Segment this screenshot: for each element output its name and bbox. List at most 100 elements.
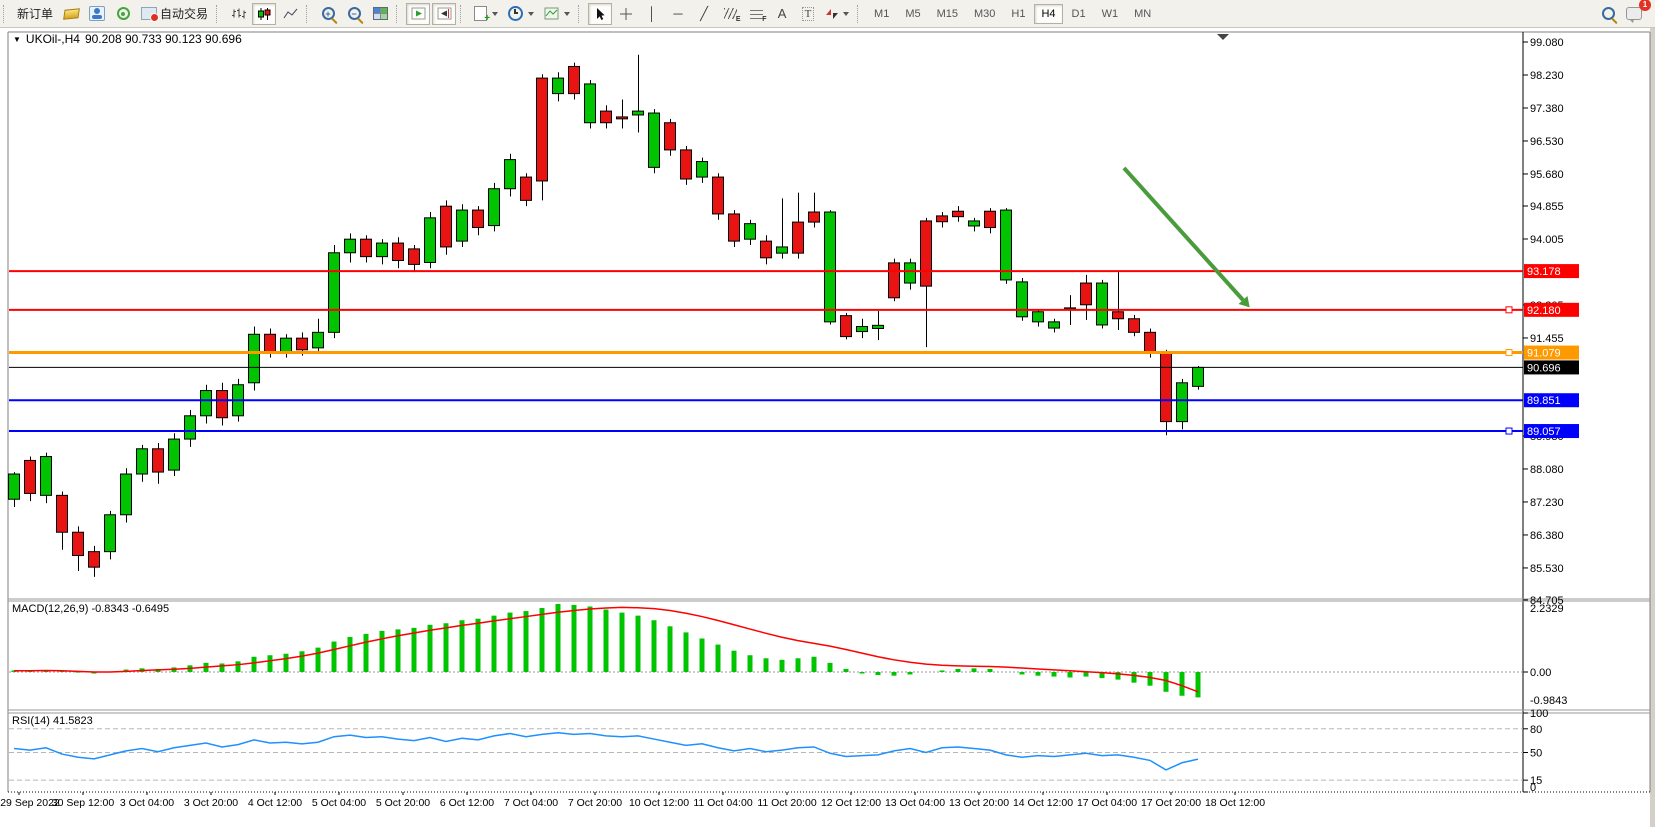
candle-down — [473, 210, 484, 227]
tile-windows-button[interactable] — [368, 3, 392, 25]
auto-scroll-button[interactable] — [406, 3, 430, 25]
macd-bar — [796, 658, 801, 672]
timeframe-m5-button[interactable]: M5 — [898, 4, 927, 24]
chart-shift-button[interactable] — [432, 3, 456, 25]
macd-bar — [668, 626, 673, 672]
fibonacci-tool-button[interactable]: F — [744, 3, 768, 25]
svg-text:-0.9843: -0.9843 — [1530, 695, 1567, 707]
autotrading-button[interactable]: 自动交易 — [137, 3, 212, 25]
fibonacci-icon: F — [750, 9, 763, 19]
macd-bar — [268, 655, 273, 672]
svg-text:92.180: 92.180 — [1527, 305, 1561, 317]
collapse-caret-icon[interactable]: ▼ — [13, 35, 21, 44]
new-order-button[interactable]: 新订单 — [13, 3, 57, 25]
channel-tool-button[interactable]: E — [718, 3, 742, 25]
horizontal-line-tool-button[interactable]: ─ — [666, 3, 690, 25]
bar-chart-button[interactable] — [226, 3, 250, 25]
zoom-out-button[interactable]: − — [342, 3, 366, 25]
timeframe-m1-button[interactable]: M1 — [867, 4, 896, 24]
timeframe-d1-button[interactable]: D1 — [1065, 4, 1093, 24]
toolbar-grip[interactable] — [460, 5, 465, 23]
chart-canvas[interactable]: 99.08098.23097.38096.53095.68094.85594.0… — [0, 0, 1655, 827]
candle-up — [489, 189, 500, 226]
svg-text:3 Oct 20:00: 3 Oct 20:00 — [184, 797, 238, 809]
signals-button[interactable] — [111, 3, 135, 25]
candle-down — [57, 495, 68, 532]
candle-up — [137, 449, 148, 474]
svg-text:6 Oct 12:00: 6 Oct 12:00 — [440, 797, 494, 809]
arrows-tool-button[interactable] — [822, 3, 853, 25]
candlestick-icon — [257, 7, 271, 21]
notifications-button[interactable]: 1 — [1622, 3, 1646, 25]
timeframe-h4-button[interactable]: H4 — [1034, 4, 1062, 24]
candle-up — [1097, 283, 1108, 325]
candle-up — [9, 474, 20, 499]
candle-down — [601, 111, 612, 123]
timeframe-w1-button[interactable]: W1 — [1095, 4, 1126, 24]
timeframe-mn-button[interactable]: MN — [1127, 4, 1158, 24]
trendline-tool-button[interactable]: ╱ — [692, 3, 716, 25]
candlestick-chart-button[interactable] — [252, 3, 276, 25]
chevron-down-icon — [843, 12, 849, 16]
timeframe-m15-button[interactable]: M15 — [930, 4, 965, 24]
macd-bar — [1196, 672, 1201, 697]
timeframe-h1-button[interactable]: H1 — [1004, 4, 1032, 24]
toolbar-grip[interactable] — [857, 5, 862, 23]
chart-ohlc-quote: 90.208 90.733 90.123 90.696 — [85, 32, 242, 46]
candle-down — [809, 212, 820, 222]
cursor-tool-button[interactable] — [588, 3, 612, 25]
svg-text:11 Oct 20:00: 11 Oct 20:00 — [757, 797, 817, 809]
tile-windows-icon — [373, 7, 388, 20]
svg-text:95.680: 95.680 — [1530, 169, 1564, 181]
line-handle[interactable] — [1506, 307, 1512, 313]
macd-bar — [652, 620, 657, 672]
crosshair-tool-button[interactable] — [614, 3, 638, 25]
macd-bar — [972, 668, 977, 672]
toolbar-grip[interactable] — [396, 5, 401, 23]
indicators-button[interactable]: + — [470, 3, 502, 25]
candle-down — [937, 216, 948, 222]
timeframe-m30-button[interactable]: M30 — [967, 4, 1002, 24]
macd-bar — [1020, 672, 1025, 674]
vertical-line-tool-button[interactable]: │ — [640, 3, 664, 25]
periods-button[interactable] — [504, 3, 538, 25]
svg-text:99.080: 99.080 — [1530, 37, 1564, 49]
text-tool-button[interactable]: A — [770, 3, 794, 25]
line-handle[interactable] — [1506, 350, 1512, 356]
community-button[interactable] — [85, 3, 109, 25]
macd-bar — [764, 658, 769, 672]
auto-scroll-icon — [411, 7, 426, 20]
templates-button[interactable] — [540, 3, 574, 25]
svg-text:89.851: 89.851 — [1527, 395, 1561, 407]
zoom-in-button[interactable]: + — [316, 3, 340, 25]
candle-up — [745, 224, 756, 240]
candle-up — [697, 162, 708, 178]
svg-text:80: 80 — [1530, 724, 1542, 736]
candle-down — [361, 239, 372, 256]
toolbar-grip[interactable] — [578, 5, 583, 23]
macd-bar — [316, 648, 321, 672]
candle-down — [393, 243, 404, 260]
macd-bar — [940, 670, 945, 672]
macd-bar — [732, 651, 737, 672]
line-handle[interactable] — [1506, 428, 1512, 434]
macd-bar — [332, 642, 337, 672]
line-chart-button[interactable] — [278, 3, 302, 25]
macd-bar — [252, 657, 257, 672]
macd-bar — [300, 651, 305, 672]
search-button[interactable] — [1596, 3, 1620, 25]
candle-down — [441, 206, 452, 247]
svg-text:94.005: 94.005 — [1530, 234, 1564, 246]
gold-button[interactable] — [59, 3, 83, 25]
chart-title: ▼ UKOil-,H4 90.208 90.733 90.123 90.696 — [13, 32, 242, 46]
candle-down — [265, 334, 276, 351]
chevron-down-icon — [492, 12, 498, 16]
candle-up — [585, 84, 596, 123]
macd-bar — [1036, 672, 1041, 676]
candle-up — [169, 439, 180, 470]
candle-up — [857, 327, 868, 332]
toolbar-grip[interactable] — [306, 5, 311, 23]
toolbar-grip[interactable] — [3, 5, 8, 23]
text-label-tool-button[interactable]: T — [796, 3, 820, 25]
toolbar-grip[interactable] — [216, 5, 221, 23]
